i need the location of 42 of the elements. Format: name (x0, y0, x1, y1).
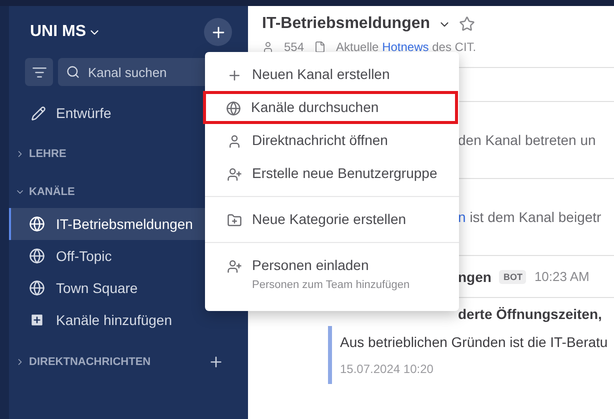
menu-item[interactable]: Kanäle durchsuchen (203, 91, 458, 124)
person-add-icon (227, 259, 242, 274)
person-add-icon (227, 167, 242, 182)
globe-icon (29, 280, 45, 296)
channel-description: Aktuelle Hotnews des CIT. (336, 40, 476, 54)
team-menu[interactable]: UNI MS (30, 23, 101, 41)
globe-icon (29, 216, 45, 232)
person-icon (227, 134, 242, 149)
attachment-date: 15.07.2024 10:20 (340, 362, 434, 376)
add-icon[interactable] (208, 354, 224, 370)
search-input[interactable]: Kanal suchen (86, 64, 206, 80)
author-name[interactable]: ngen (458, 268, 492, 284)
menu-label: Personen einladen (252, 257, 370, 273)
category-header[interactable]: KANÄLE (15, 186, 75, 198)
member-icon (262, 41, 274, 53)
attachment-title: derte Öffnungszeiten, (458, 306, 602, 322)
description-link[interactable]: Hotnews (382, 40, 429, 54)
filter-icon (32, 64, 46, 80)
channel-title[interactable]: IT-Betriebsmeldungen (262, 15, 430, 33)
file-icon (314, 41, 326, 53)
pencil-icon (31, 106, 46, 120)
bot-badge: BOT (499, 270, 526, 284)
globe-icon (29, 248, 45, 264)
category-header[interactable]: LEHRE (15, 148, 66, 160)
attachment-text: Aus betrieblichen Gründen ist die IT-Beratu (340, 334, 609, 350)
menu-subtitle: Personen zum Team hinzufügen (252, 279, 410, 291)
globe-icon (226, 101, 241, 116)
post-time: 10:23 AM (534, 269, 590, 284)
channel-item[interactable]: Kanäle hinzufügen (9, 304, 248, 336)
star-icon[interactable] (459, 16, 476, 32)
system-message: den Kanal betreten un (458, 132, 596, 148)
system-message: n ist dem Kanal beigetr (458, 209, 602, 225)
add-button[interactable] (204, 18, 232, 46)
search-icon (66, 65, 80, 79)
member-count: 554 (284, 40, 304, 54)
category-header[interactable]: DIREKTNACHRICHTEN (15, 356, 151, 368)
add-square-icon (29, 312, 45, 328)
user-link[interactable]: n (458, 209, 466, 225)
folder-add-icon (227, 213, 242, 228)
menu-item[interactable]: Erstelle neue Benutzergruppe (205, 157, 459, 190)
plus-icon (227, 68, 242, 83)
filter-button[interactable] (25, 58, 53, 86)
